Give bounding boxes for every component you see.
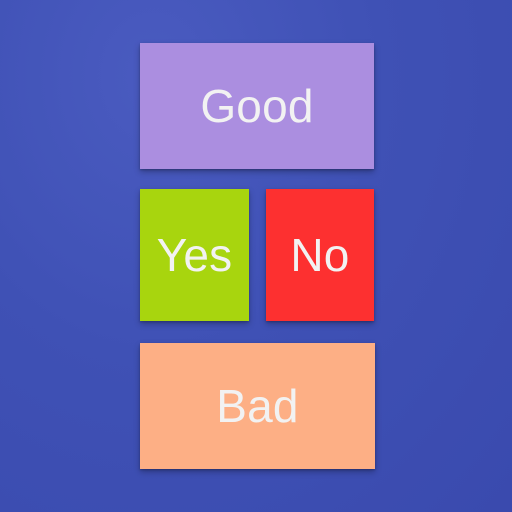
no-button-label: No [290,229,350,281]
yes-button[interactable]: Yes [140,189,249,321]
good-button[interactable]: Good [140,43,374,169]
yes-button-label: Yes [156,229,233,281]
bad-button-label: Bad [216,380,299,432]
bad-button[interactable]: Bad [140,343,375,469]
good-button-label: Good [200,80,314,132]
no-button[interactable]: No [266,189,374,321]
